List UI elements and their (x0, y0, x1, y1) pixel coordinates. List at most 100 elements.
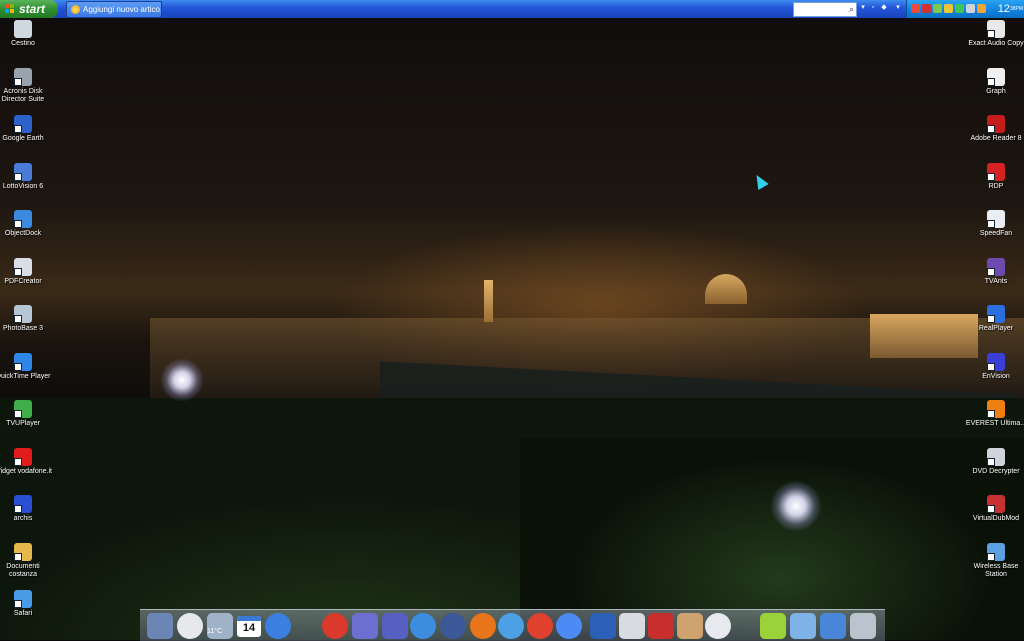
desktop-shortcut[interactable]: DVD Decrypter (965, 447, 1024, 476)
tray-icon[interactable] (944, 4, 953, 13)
desktop-shortcut-label: Adobe Reader 8 (970, 135, 1022, 142)
tray-icon[interactable] (911, 4, 920, 13)
desktop-shortcut[interactable]: LottoVision 6 (0, 162, 54, 191)
desktop-shortcut[interactable]: SpeedFan (965, 210, 1024, 238)
desktop-shortcut[interactable]: RDP (965, 162, 1024, 191)
google-icon[interactable] (556, 613, 582, 639)
weather-icon[interactable] (207, 613, 233, 639)
desktop-wallpaper (0, 18, 1024, 640)
start-button[interactable]: start (0, 0, 58, 18)
desktop-shortcut-label: Graph (986, 87, 1006, 95)
desktop-shortcut[interactable]: RealPlayer (965, 305, 1024, 333)
street-light (160, 358, 204, 402)
graph-icon (987, 67, 1005, 86)
desktop-shortcut[interactable]: QuickTime Player (0, 352, 54, 381)
desktop-shortcut[interactable]: Wireless Base Station (965, 542, 1024, 579)
desktop-shortcut[interactable]: Exact Audio Copy (965, 20, 1024, 48)
desktop-shortcut[interactable]: Widget vodafone.it (0, 447, 54, 476)
desktop-shortcut-label: Exact Audio Copy (968, 40, 1024, 47)
taskbar-window-button[interactable]: Aggiungi nuovo artico... (66, 1, 162, 18)
quicktime-icon (14, 352, 32, 371)
notes-icon[interactable] (619, 613, 645, 639)
photo-icon[interactable] (352, 613, 378, 639)
desktop-shortcut[interactable]: Documenti costanza (0, 542, 54, 579)
minimize-icon[interactable]: ▫ (869, 4, 877, 12)
desktop-shortcut[interactable]: Graph (965, 67, 1024, 96)
desktop-shortcut-label: QuickTime Player (0, 372, 51, 380)
desktop-shortcut-label: Acronis Disk Director Suite (1, 87, 45, 103)
tray-icon[interactable] (922, 4, 931, 13)
tray-icon[interactable] (933, 4, 942, 13)
tray-icon[interactable] (977, 4, 986, 13)
fan-icon (987, 210, 1005, 228)
object-dock: 14 11°C (140, 609, 885, 641)
facebook-icon[interactable] (440, 613, 466, 639)
desktop-shortcut[interactable]: Adobe Reader 8 (965, 115, 1024, 143)
desktop-shortcut-label: VirtualDubMod (972, 515, 1020, 522)
tray-icon[interactable] (966, 4, 975, 13)
desktop-shortcut[interactable]: ObjectDock (0, 210, 54, 238)
desktop-shortcut[interactable]: Cestino (0, 20, 54, 48)
desktop-shortcut[interactable]: Safari (0, 590, 54, 618)
safari-icon[interactable] (498, 613, 524, 639)
desktop-shortcut[interactable]: TVAnts (965, 257, 1024, 286)
mail-icon[interactable] (147, 613, 173, 639)
clock-separator: 38PM (1010, 3, 1023, 15)
desktop-shortcut[interactable]: VirtualDubMod (965, 495, 1024, 523)
desktop-shortcut[interactable]: archis (0, 495, 54, 523)
realplayer-icon (987, 305, 1005, 323)
book-icon[interactable] (648, 613, 674, 639)
photo-app-icon[interactable] (382, 613, 408, 639)
chrome-icon[interactable] (527, 613, 553, 639)
trash-icon[interactable] (850, 613, 876, 639)
desktop-shortcut-label: EnVision (982, 372, 1010, 380)
clock-icon[interactable] (177, 613, 203, 639)
dvd-icon (987, 447, 1005, 466)
toolbar-icon[interactable]: ◆ (880, 4, 888, 12)
virtualdub-icon (987, 495, 1005, 513)
desktop-shortcut-label: Widget vodafone.it (0, 467, 52, 475)
power-icon[interactable] (322, 613, 348, 639)
objectdock-icon (14, 210, 32, 228)
windows-flag-icon (5, 4, 15, 14)
street-light (770, 480, 822, 532)
tray-icon[interactable] (955, 4, 964, 13)
desktop-shortcut[interactable]: EVEREST Ultima... (965, 400, 1024, 428)
wallpaper-dome (705, 274, 747, 304)
media-player-icon[interactable] (705, 613, 731, 639)
desktop-shortcut[interactable]: Google Earth (0, 115, 54, 143)
compass-icon (14, 590, 32, 608)
desktop-shortcut-label: Safari (13, 610, 33, 617)
pdf-icon (14, 257, 32, 276)
search-icon[interactable]: ⌕ (849, 3, 854, 16)
desktop-shortcut-label: DVD Decrypter (972, 467, 1020, 475)
desktop-shortcut-label: ObjectDock (4, 230, 42, 237)
desktop-shortcut[interactable]: PhotoBase 3 (0, 305, 54, 333)
firefox-icon[interactable] (470, 613, 496, 639)
desktop-shortcut[interactable]: Acronis Disk Director Suite (0, 67, 54, 104)
taskbar: start Aggiungi nuovo artico... ⌕ ▾ ▫ ◆ ▾… (0, 0, 1024, 18)
wireless-icon (987, 542, 1005, 561)
tools-icon[interactable] (677, 613, 703, 639)
recycle-bin-icon (14, 20, 32, 38)
search-input[interactable]: ⌕ (793, 2, 857, 17)
folder-icon (14, 495, 32, 513)
desktop-shortcut[interactable]: EnVision (965, 352, 1024, 381)
clock-ampm: PM (1015, 6, 1024, 12)
desktop-shortcut[interactable]: PDFCreator (0, 257, 54, 286)
windows-start-icon[interactable] (265, 613, 291, 639)
calendar-icon[interactable]: 14 (237, 616, 261, 637)
folder-icon (14, 542, 32, 561)
desktop-shortcut-label: Documenti costanza (6, 562, 40, 578)
desktop-shortcut-label: Cestino (11, 40, 35, 47)
wallpaper-tower (484, 280, 493, 322)
messenger-icon[interactable] (410, 613, 436, 639)
dropdown-icon[interactable]: ▾ (859, 4, 867, 12)
network-icon[interactable] (790, 613, 816, 639)
wifi-icon[interactable] (760, 613, 786, 639)
toolbar-arrow-icon[interactable]: ▾ (894, 4, 902, 12)
settings-icon[interactable] (820, 613, 846, 639)
desktop-shortcut[interactable]: TVUPlayer (0, 400, 54, 428)
word-icon[interactable] (590, 613, 616, 639)
clock[interactable]: 1238PM (998, 0, 1023, 18)
